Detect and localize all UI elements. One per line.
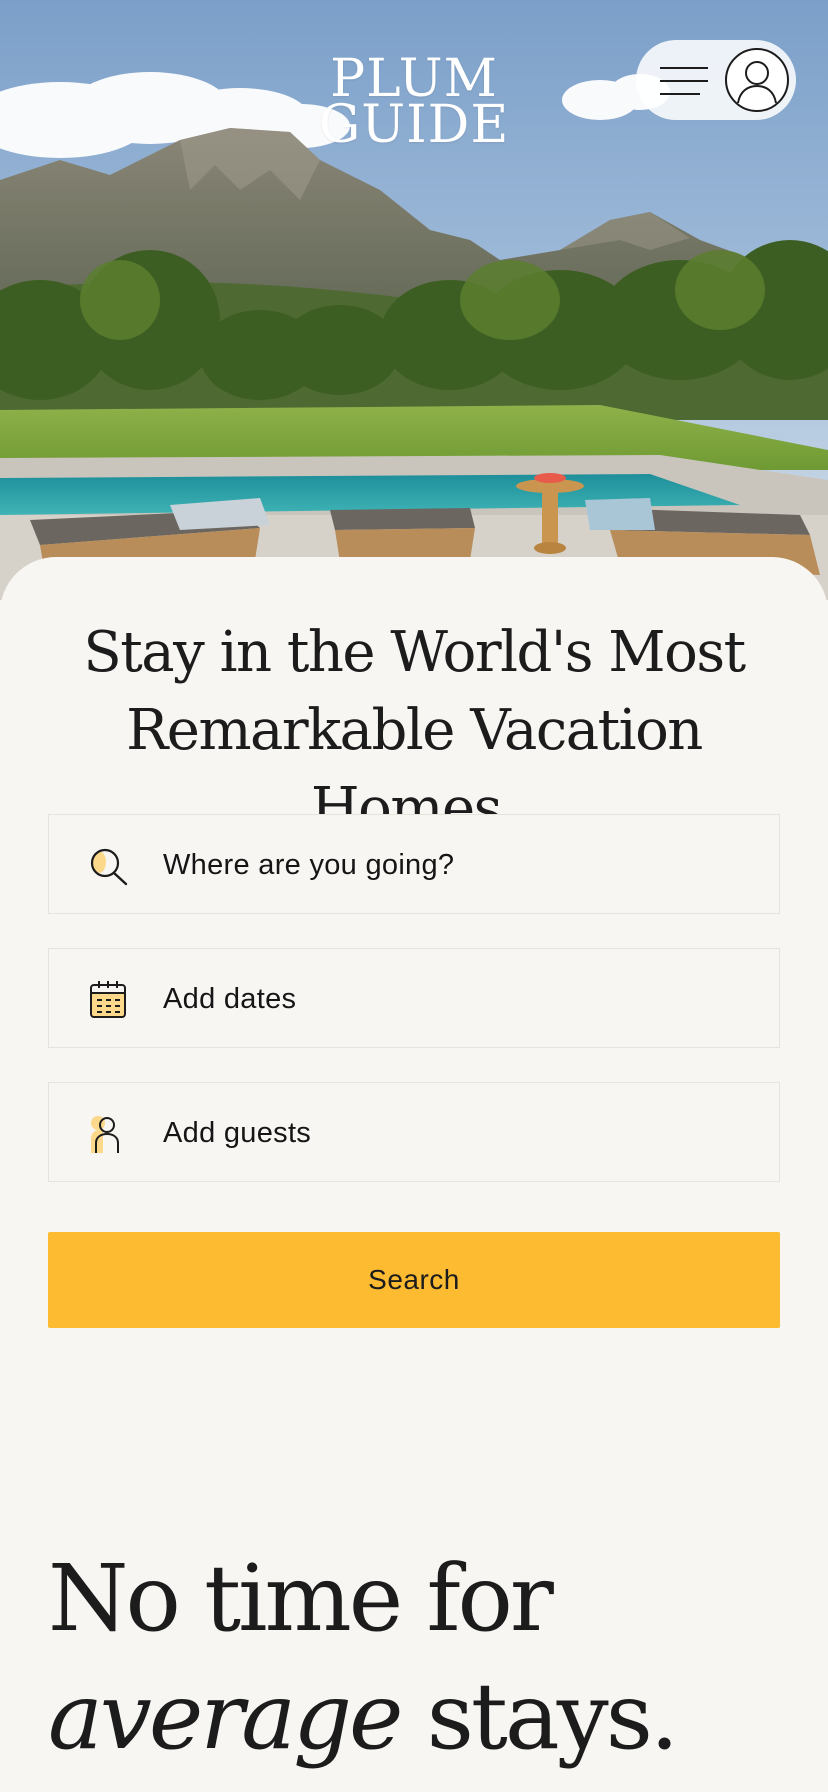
calendar-icon bbox=[90, 981, 126, 1018]
tagline-emphasis: average bbox=[48, 1663, 403, 1770]
hero-image: PLUM GUIDE bbox=[0, 0, 828, 600]
user-account-icon[interactable] bbox=[724, 47, 790, 113]
tagline-rest: stays. bbox=[426, 1663, 679, 1770]
hamburger-menu-icon[interactable] bbox=[660, 67, 708, 95]
destination-field[interactable]: Where are you going? bbox=[48, 814, 780, 914]
guests-field[interactable]: Add guests bbox=[48, 1082, 780, 1182]
dates-label: Add dates bbox=[163, 983, 297, 1015]
page-headline: Stay in the World's Most Remarkable Vaca… bbox=[20, 614, 808, 848]
header-menu-pill bbox=[636, 40, 796, 120]
section-tagline: No time for average stays. bbox=[48, 1540, 679, 1776]
dates-field[interactable]: Add dates bbox=[48, 948, 780, 1048]
tagline-line-1: No time for bbox=[48, 1545, 554, 1652]
search-button[interactable]: Search bbox=[48, 1232, 780, 1328]
guests-label: Add guests bbox=[163, 1117, 312, 1149]
search-icon bbox=[90, 848, 128, 886]
destination-label: Where are you going? bbox=[163, 849, 455, 881]
headline-line-1: Stay in the World's Most bbox=[83, 620, 746, 685]
guest-person-icon bbox=[91, 1116, 119, 1153]
